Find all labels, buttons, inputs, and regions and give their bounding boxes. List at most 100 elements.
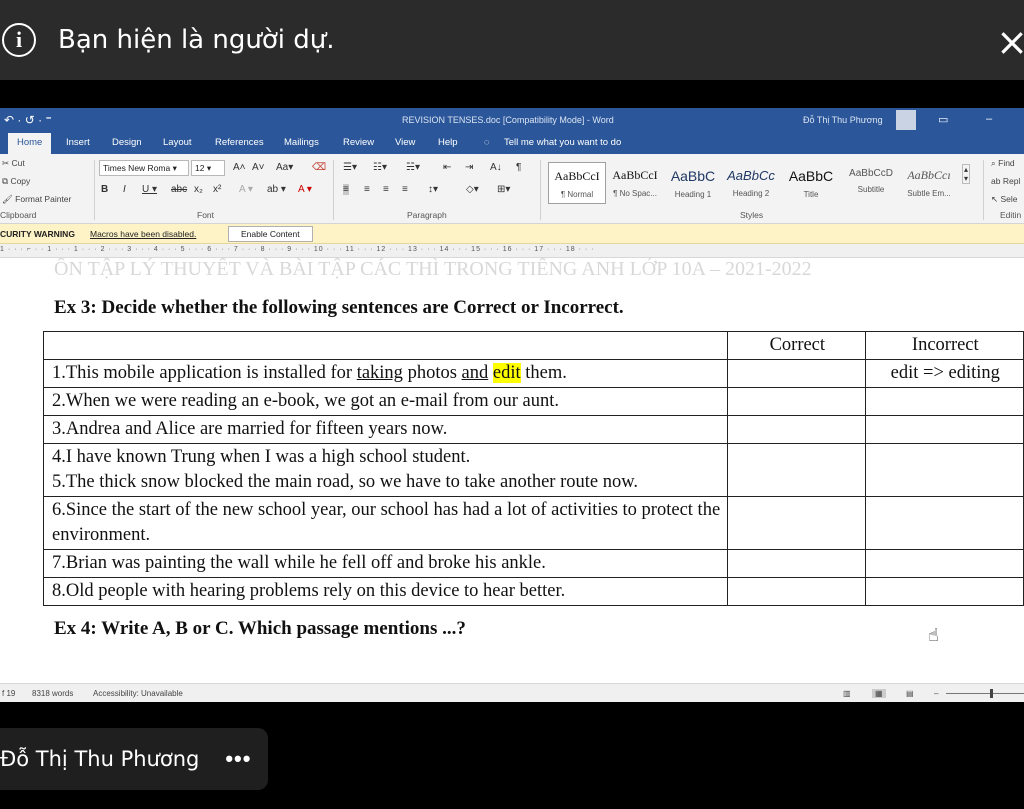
participant-name: Đỗ Thị Thu Phương xyxy=(0,747,200,771)
web-layout-icon[interactable]: ▤ xyxy=(906,689,914,698)
underline-icon[interactable]: U ▾ xyxy=(142,184,157,195)
zoom-out-icon[interactable]: – xyxy=(934,689,938,698)
tab-review[interactable]: Review xyxy=(343,137,374,148)
multilevel-list-icon[interactable]: ☵▾ xyxy=(406,162,420,173)
font-size-select[interactable]: 12 ▾ xyxy=(191,160,225,176)
document-page[interactable]: ÔN TẬP LÝ THUYẾT VÀ BÀI TẬP CÁC THÌ TRON… xyxy=(0,258,1024,679)
table-row: 3.Andrea and Alice are married for fifte… xyxy=(42,415,1024,444)
clear-formatting-icon[interactable]: ⌫ xyxy=(312,162,326,173)
incorrect-cell xyxy=(864,577,1024,606)
sentence-cell: 3.Andrea and Alice are married for fifte… xyxy=(42,415,729,444)
accessibility-status[interactable]: Accessibility: Unavailable xyxy=(93,689,183,698)
incorrect-cell xyxy=(864,443,1024,497)
change-case-icon[interactable]: Aa▾ xyxy=(276,162,293,173)
quick-access-toolbar[interactable]: ↶ · ↺ · ⁼ xyxy=(4,113,52,127)
macros-disabled-link[interactable]: Macros have been disabled. xyxy=(90,229,196,239)
correct-cell xyxy=(727,443,866,497)
title-bar: ↶ · ↺ · ⁼ REVISION TENSES.doc [Compatibi… xyxy=(0,108,1024,132)
tab-layout[interactable]: Layout xyxy=(163,137,192,148)
correct-cell xyxy=(727,359,866,388)
style-heading-2[interactable]: AaBbCc Heading 2 xyxy=(722,162,780,204)
cut-label: Cut xyxy=(11,158,25,168)
grow-font-icon[interactable]: A˄ xyxy=(233,162,246,173)
tab-design[interactable]: Design xyxy=(112,137,142,148)
justify-icon[interactable]: ≡ xyxy=(402,184,408,195)
avatar[interactable] xyxy=(896,110,916,130)
tell-me-search[interactable]: Tell me what you want to do xyxy=(504,137,621,148)
incorrect-cell xyxy=(864,387,1024,416)
style-name: Title xyxy=(803,190,819,199)
sentence-cell: 8.Old people with hearing problems rely … xyxy=(42,577,729,606)
word-count[interactable]: 8318 words xyxy=(32,689,73,698)
select-button[interactable]: ↖ Sele xyxy=(991,194,1018,205)
align-left-icon[interactable]: ≡ xyxy=(343,184,349,195)
table-row: 1.This mobile application is installed f… xyxy=(42,359,1024,388)
font-color-icon[interactable]: A ▾ xyxy=(298,184,312,195)
table-row: 7.Brian was painting the wall while he f… xyxy=(42,549,1024,578)
text-effects-icon[interactable]: A ▾ xyxy=(239,184,253,195)
copy-button[interactable]: ⧉ Copy xyxy=(2,176,30,187)
page-header: ÔN TẬP LÝ THUYẾT VÀ BÀI TẬP CÁC THÌ TRON… xyxy=(54,258,812,280)
style-name: ¶ No Spac... xyxy=(613,189,657,198)
style-subtle-emphasis[interactable]: AaBbCcı Subtle Em... xyxy=(900,162,958,204)
shrink-font-icon[interactable]: A˅ xyxy=(252,162,265,173)
italic-icon[interactable]: I xyxy=(123,184,126,195)
font-name-select[interactable]: Times New Roma ▾ xyxy=(99,160,189,176)
table-header-cell: Correct xyxy=(727,331,866,360)
style-subtitle[interactable]: AaBbCcD Subtitle xyxy=(842,162,900,204)
styles-scroll-icon[interactable]: ▴ ▾ xyxy=(962,164,971,184)
minimize-icon[interactable]: – xyxy=(986,113,992,125)
increase-indent-icon[interactable]: ⇥ xyxy=(465,162,473,173)
style-heading-1[interactable]: AaBbC Heading 1 xyxy=(664,162,722,204)
tab-mailings[interactable]: Mailings xyxy=(284,137,319,148)
hand-cursor-icon: ☝ xyxy=(928,625,939,646)
style-normal[interactable]: AaBbCcI ¶ Normal xyxy=(548,162,606,204)
style-sample: AaBbCc xyxy=(727,168,775,183)
page-count[interactable]: f 19 xyxy=(2,689,15,698)
align-right-icon[interactable]: ≡ xyxy=(383,184,389,195)
bullets-icon[interactable]: ☰▾ xyxy=(343,162,357,173)
exercise-4-title: Ex 4: Write A, B or C. Which passage men… xyxy=(54,618,466,639)
zoom-slider-knob[interactable] xyxy=(990,689,993,698)
tab-view[interactable]: View xyxy=(395,137,415,148)
format-painter-button[interactable]: 🖌 Format Painter xyxy=(2,194,71,205)
close-icon[interactable]: × xyxy=(996,20,1024,64)
enable-content-button[interactable]: Enable Content xyxy=(228,226,313,242)
replace-button[interactable]: ab Repl xyxy=(991,176,1020,186)
superscript-icon[interactable]: x² xyxy=(213,184,221,195)
decrease-indent-icon[interactable]: ⇤ xyxy=(443,162,451,173)
incorrect-cell xyxy=(864,549,1024,578)
sort-icon[interactable]: A↓ xyxy=(490,162,502,173)
tab-home[interactable]: Home xyxy=(8,133,52,154)
ruler[interactable]: 1 · · · ⌐ · · 1 · · · 1 · · · 2 · · · 3 … xyxy=(0,244,1024,258)
line-spacing-icon[interactable]: ↕▾ xyxy=(428,184,438,195)
subscript-icon[interactable]: x₂ xyxy=(194,184,203,195)
cut-button[interactable]: ✂ Cut xyxy=(2,158,25,169)
show-marks-icon[interactable]: ¶ xyxy=(516,162,521,173)
style-title[interactable]: AaBbC Title xyxy=(782,162,840,204)
tab-insert[interactable]: Insert xyxy=(66,137,90,148)
find-button[interactable]: ⌕ Find xyxy=(991,158,1015,169)
divider xyxy=(333,160,334,220)
shading-icon[interactable]: ◇▾ xyxy=(466,184,479,195)
tab-help[interactable]: Help xyxy=(438,137,458,148)
bold-icon[interactable]: B xyxy=(101,184,108,195)
highlight-color-icon[interactable]: ab ▾ xyxy=(267,184,286,195)
more-options-icon[interactable]: ••• xyxy=(225,746,251,772)
account-name[interactable]: Đỗ Thị Thu Phương xyxy=(803,115,883,125)
ribbon: ✂ Cut ⧉ Copy 🖌 Format Painter Clipboard … xyxy=(0,154,1024,224)
numbering-icon[interactable]: ☷▾ xyxy=(373,162,387,173)
print-layout-icon[interactable]: ▦ xyxy=(872,689,886,698)
borders-icon[interactable]: ⊞▾ xyxy=(497,184,510,195)
editing-group-label: Editin xyxy=(1000,210,1022,220)
style-no-spacing[interactable]: AaBbCcI ¶ No Spac... xyxy=(606,162,664,204)
strikethrough-icon[interactable]: abc xyxy=(171,184,187,195)
align-center-icon[interactable]: ≡ xyxy=(364,184,370,195)
style-sample: AaBbC xyxy=(788,168,834,184)
status-bar: f 19 8318 words Accessibility: Unavailab… xyxy=(0,683,1024,702)
tab-references[interactable]: References xyxy=(215,137,264,148)
read-mode-icon[interactable]: ▥ xyxy=(843,689,851,698)
ribbon-display-icon[interactable]: ▭ xyxy=(938,113,948,126)
font-group-label: Font xyxy=(197,210,215,220)
zoom-slider[interactable] xyxy=(946,693,1024,694)
